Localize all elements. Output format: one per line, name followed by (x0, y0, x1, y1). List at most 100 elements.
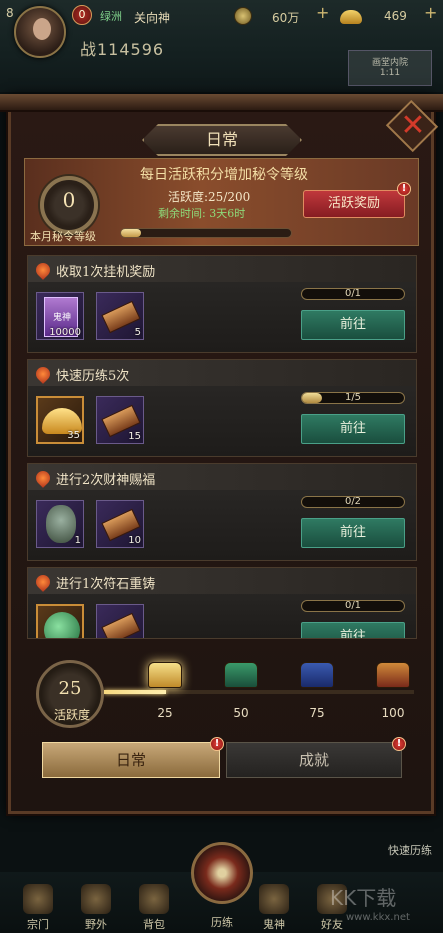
task-card: 收取1次挂机奖励鬼神 10000 5 0/1 前往 (27, 255, 417, 353)
task-header: 收取1次挂机奖励 (28, 256, 416, 282)
book-icon-label: 鬼神 (52, 313, 71, 323)
milestone-label: 75 (309, 706, 325, 720)
nav-label-train: 历练 (211, 916, 233, 929)
task-name: 进行1次符石重铸 (56, 577, 156, 592)
watermark-url: www.kkx.net (346, 912, 410, 923)
nav-icon (23, 884, 53, 914)
reward-item-count: 35 (67, 430, 80, 441)
tab-daily[interactable]: 日常 (42, 742, 220, 778)
reward-item-count: 5 (134, 327, 141, 338)
banner-title: 每日活跃积分增加秘令等级 (140, 167, 308, 183)
nav-label: 背包 (143, 918, 165, 931)
vip-count-badge[interactable]: 0 (72, 5, 92, 25)
jade-icon (44, 612, 80, 638)
reward-item-count: 10 (128, 535, 141, 546)
side-event-value: 1:11 (379, 68, 401, 78)
nav-item[interactable]: 宗门 (8, 884, 68, 932)
time-left-text: 剩余时间: 3天6时 (158, 207, 246, 220)
nav-label: 宗门 (27, 918, 49, 931)
avatar-face (33, 18, 51, 40)
reward-item[interactable]: 15 (96, 396, 144, 444)
nav-item[interactable]: 背包 (124, 884, 184, 932)
reward-chest-icon[interactable] (300, 662, 334, 688)
task-card: 进行2次财神赐福 1 10 0/2 前往 (27, 463, 417, 561)
activity-value: 25 (58, 678, 82, 699)
daily-alert-icon: ! (210, 737, 224, 751)
watermark: KK下载 (330, 886, 397, 910)
reward-chest-icon[interactable] (224, 662, 258, 688)
token-icon (101, 612, 141, 638)
panel-title: 日常 (142, 124, 302, 156)
mask-icon (46, 505, 76, 543)
secret-order-level: 0 (62, 188, 76, 212)
task-card: 快速历练5次 35 15 1/5 前往 (27, 359, 417, 457)
active-points-text: 活跃度:25/200 (168, 190, 251, 204)
milestone-label: 25 (157, 706, 173, 720)
activity-label: 活跃度 (53, 708, 90, 722)
task-name: 收取1次挂机奖励 (56, 265, 156, 280)
nav-icon (139, 884, 169, 914)
task-progress-bar: 0/1 (301, 600, 405, 612)
nav-icon (259, 884, 289, 914)
reward-item-count: 15 (128, 431, 141, 442)
close-icon[interactable]: ✕ (398, 106, 428, 146)
task-progress-bar: 0/1 (301, 288, 405, 300)
side-event-box[interactable]: 画堂内院 1:11 (348, 50, 432, 86)
go-button[interactable]: 前往 (301, 310, 405, 340)
tab-achievement[interactable]: 成就 (226, 742, 402, 778)
nav-icon (81, 884, 111, 914)
task-progress-bar: 1/5 (301, 392, 405, 404)
achievement-alert-icon: ! (392, 737, 406, 751)
gold-ingot-icon (340, 10, 362, 24)
vip-tag: 绿洲 (100, 10, 122, 23)
task-progress-text: 0/2 (344, 496, 362, 507)
activity-reward-button[interactable]: 活跃奖励 (303, 190, 405, 218)
reward-item[interactable]: 10 (96, 500, 144, 548)
task-progress-bar: 0/2 (301, 496, 405, 508)
task-progress-text: 1/5 (344, 392, 362, 403)
nav-item[interactable]: 野外 (66, 884, 126, 932)
add-copper-button[interactable]: + (316, 3, 329, 22)
reward-item[interactable]: 鬼神 10000 (36, 292, 84, 340)
copper-amount: 60万 (272, 11, 300, 25)
task-progress-text: 0/1 (344, 288, 362, 299)
add-gold-button[interactable]: + (424, 3, 437, 22)
task-name: 快速历练5次 (56, 369, 130, 384)
reward-item[interactable]: 50 (36, 604, 84, 639)
quick-train-label[interactable]: 快速历练 (388, 842, 432, 858)
task-header: 快速历练5次 (28, 360, 416, 386)
reward-item-count: 10000 (49, 327, 81, 338)
task-progress-text: 0/1 (344, 600, 362, 611)
go-button[interactable]: 前往 (301, 414, 405, 444)
month-level-label: 本月秘令等级 (30, 230, 96, 243)
reward-item[interactable]: 35 (36, 396, 84, 444)
flame-icon (33, 468, 53, 488)
go-button[interactable]: 前往 (301, 622, 405, 638)
reward-item[interactable] (96, 604, 144, 638)
reward-item[interactable]: 5 (96, 292, 144, 340)
milestone-label: 100 (381, 706, 405, 720)
player-name: 关向神 (134, 11, 171, 25)
flame-icon (33, 260, 53, 280)
player-avatar[interactable] (14, 6, 66, 58)
task-name: 进行2次财神赐福 (56, 473, 156, 488)
combat-power: 战114596 (80, 40, 165, 59)
flame-icon (33, 364, 53, 384)
nav-item[interactable]: 鬼神 (244, 884, 304, 932)
task-header: 进行1次符石重铸 (28, 568, 416, 594)
side-event-title: 画堂内院 (371, 58, 408, 68)
activity-track-fill (104, 690, 166, 694)
reward-alert-icon: ! (397, 182, 411, 196)
panel-roof (0, 94, 443, 112)
copper-coin-icon (234, 7, 252, 25)
gold-amount: 469 (384, 9, 407, 23)
reward-chest-icon[interactable] (148, 662, 182, 688)
month-level-bar (120, 228, 292, 238)
month-level-fill (121, 229, 142, 237)
reward-chest-icon[interactable] (376, 662, 410, 688)
nav-label: 鬼神 (263, 918, 285, 931)
reward-item-count: 50 (67, 638, 80, 639)
go-button[interactable]: 前往 (301, 518, 405, 548)
task-header: 进行2次财神赐福 (28, 464, 416, 490)
reward-item[interactable]: 1 (36, 500, 84, 548)
